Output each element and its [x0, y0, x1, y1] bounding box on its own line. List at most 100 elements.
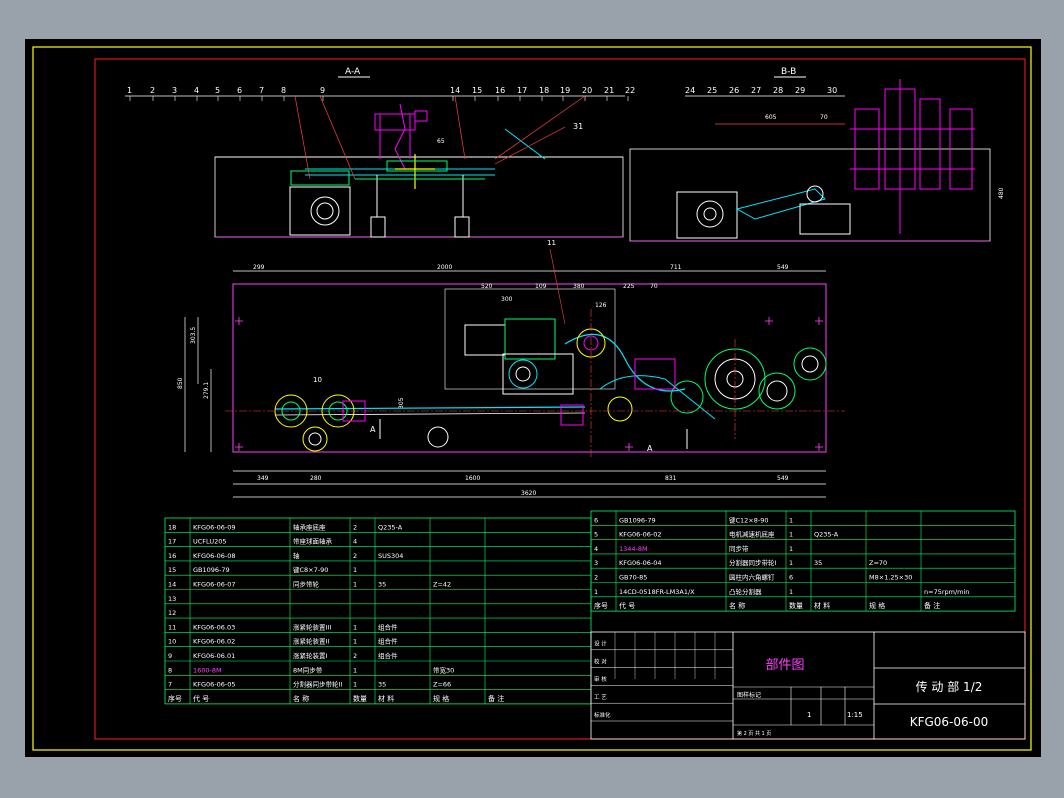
bom-cell-name: 键C12×8-90 [729, 515, 769, 524]
balloon-14: 14 [450, 86, 460, 95]
bom-header-0: 序号 [594, 601, 608, 610]
bom-row[interactable]: 12 [168, 609, 176, 617]
bom-cell-qty: 1 [353, 581, 357, 589]
bom-cell-code: 1600-8M [193, 666, 222, 674]
bom-row[interactable]: 14 KFG06-06-07 同步带轮 1 35 Z=42 [168, 580, 451, 589]
dim-bottom-549: 549 [777, 475, 789, 482]
balloon-26: 26 [729, 86, 739, 95]
bom-cell-no: 18 [168, 523, 176, 531]
bom-cell-code: KFG06-06-02 [619, 531, 662, 539]
bom-header-1: 代 号 [193, 694, 209, 703]
bom-row[interactable]: 6 GB1096-79 键C12×8-90 1 [594, 515, 793, 524]
title-qty: 1 [807, 711, 811, 719]
bom-header-1: 代 号 [619, 601, 635, 610]
balloon-17: 17 [517, 86, 527, 95]
drawing-viewport[interactable]: A-A 1 2 3 4 5 6 7 8 9 14 15 16 17 18 19 20 21 22 31 [25, 39, 1041, 757]
bom-cell-no: 13 [168, 595, 176, 603]
balloon-1: 1 [127, 86, 132, 95]
bom-table-left[interactable]: 18 KFG06-06-09 轴承座底座 2 Q235-A 17 UCFLU205 带座球面轴… [164, 517, 592, 705]
balloon-9: 9 [320, 86, 325, 95]
bom-cell-code: KFG06-06-08 [193, 552, 236, 560]
title-scale: 1:15 [847, 711, 863, 719]
bom-cell-qty: 2 [353, 652, 357, 660]
bom-cell-spec: Z=42 [433, 581, 451, 589]
bom-cell-note: n=75rpm/min [924, 588, 969, 596]
bom-row[interactable]: 2 GB70-85 圆柱内六角螺钉 6 M8×1.25×30 [594, 573, 912, 582]
bom-cell-name: 同步带 [729, 545, 749, 553]
balloon-5: 5 [215, 86, 220, 95]
bom-cell-mat: 35 [378, 581, 386, 589]
dim-top-299: 299 [253, 264, 265, 271]
balloon-3: 3 [172, 86, 177, 95]
bom-row[interactable]: 7 KFG06-06-05 分割器同步带轮II 1 35 Z=66 [168, 680, 451, 689]
outer-frame [32, 46, 1032, 751]
bom-row[interactable]: 3 KFG06-06-04 分割器同步带轮I 1 35 Z=70 [594, 558, 887, 567]
plan-balloon-11: 11 [547, 239, 556, 247]
bom-cell-no: 6 [594, 516, 598, 524]
plan-balloon-10: 10 [313, 376, 322, 384]
bom-cell-no: 5 [594, 531, 598, 539]
bom-left-frame [164, 517, 592, 705]
bom-header-3: 数量 [789, 601, 803, 610]
bom-cell-spec: Z=70 [869, 559, 887, 567]
dim-top-2000: 2000 [437, 264, 452, 271]
mid-dimensions: 520300109 380 225 70126 [481, 283, 658, 309]
bom-cell-mat: SUS304 [378, 552, 403, 560]
bom-cell-no: 8 [168, 666, 172, 674]
bom-cell-qty: 2 [353, 552, 357, 560]
drawing-number: KFG06-06-00 [910, 715, 989, 729]
role-label-2: 审 核 [594, 675, 607, 683]
bom-cell-spec: Z=66 [433, 681, 451, 689]
balloon-18: 18 [539, 86, 549, 95]
bom-cell-qty: 1 [353, 666, 357, 674]
bom-cell-no: 10 [168, 638, 176, 646]
bom-cell-mat: 35 [378, 681, 386, 689]
bom-cell-code: KFG06-06.01 [193, 652, 235, 660]
balloon-25: 25 [707, 86, 717, 95]
bom-row[interactable]: 17 UCFLU205 带座球面轴承 4 [168, 537, 357, 546]
bom-row[interactable]: 10 KFG06-06.02 涨紧轮装置II 1 组合件 [168, 637, 398, 646]
title-block[interactable]: 设 计校 对审 核工 艺标准化 部件图 传 动 部 1/2 KFG06-06-0… [590, 631, 1026, 740]
dim-bottom-831: 831 [665, 475, 677, 482]
role-label-3: 工 艺 [594, 694, 607, 701]
bom-cell-no: 9 [168, 652, 172, 660]
bom-row[interactable]: 1 14CD-0518FR-LM3A1/X 凸轮分割器 1 n=75rpm/min [594, 587, 969, 596]
drawing-type: 部件图 [765, 658, 804, 673]
section-aa-label: A-A [345, 67, 361, 77]
section-aa-view[interactable]: A-A 1 2 3 4 5 6 7 8 9 14 15 16 17 18 19 20 21 22 31 [125, 67, 635, 238]
balloon-20: 20 [582, 86, 592, 95]
bom-row[interactable]: 11 KFG06-06.03 涨紧轮装置III 1 组合件 [168, 622, 398, 631]
dim-mid-left: 305 [398, 397, 405, 409]
bom-cell-code: KFG06-06-04 [619, 559, 662, 567]
bom-cell-qty: 1 [789, 588, 793, 596]
bom-row[interactable]: 8 1600-8M 8M同步带 1 带宽30 [168, 665, 454, 674]
plan-view[interactable]: 299 2000 711 549 520300109 380 225 70126 34… [177, 239, 845, 498]
bom-cell-name: 电机减速机底座 [729, 530, 775, 539]
cad-drawing[interactable]: A-A 1 2 3 4 5 6 7 8 9 14 15 16 17 18 19 20 21 2231 [25, 39, 1041, 757]
bom-row[interactable]: 15 GB1096-79 键C8×7-90 1 [168, 565, 357, 574]
bom-header-3: 数量 [353, 694, 367, 703]
bom-table-right[interactable]: 6 GB1096-79 键C12×8-90 1 5 KFG06-06-02 电机减速机底座 1… [590, 510, 1016, 612]
bom-cell-no: 15 [168, 566, 176, 574]
bom-header-2: 名 称 [729, 601, 745, 610]
bom-cell-name: 圆柱内六角螺钉 [729, 573, 775, 582]
bom-cell-spec: M8×1.25×30 [869, 574, 912, 582]
balloon-7: 7 [259, 86, 264, 95]
balloon-29: 29 [795, 86, 805, 95]
bom-header-2: 名 称 [293, 694, 309, 703]
bom-cell-no: 17 [168, 538, 176, 546]
bom-row[interactable]: 4 1344-8M 同步带 1 [594, 545, 793, 553]
role-label-1: 校 对 [594, 657, 607, 665]
bom-row[interactable]: 16 KFG06-06-08 轴 2 SUS304 [168, 551, 403, 560]
bom-row[interactable]: 13 [168, 595, 176, 603]
balloon-row-right: 24 25 26 27 28 29 30 [685, 86, 837, 95]
bom-cell-name: 涨紧轮装置I [293, 651, 328, 660]
dim-left-303: 303.5 [190, 327, 197, 344]
bom-row[interactable]: 18 KFG06-06-09 轴承座底座 2 Q235-A [168, 522, 403, 531]
bom-row[interactable]: 9 KFG06-06.01 涨紧轮装置I 2 组合件 [168, 651, 398, 660]
bom-row[interactable]: 5 KFG06-06-02 电机减速机底座 1 Q235-A [594, 530, 839, 539]
section-bb-view[interactable]: B-B 24 25 26 27 28 29 30 605 70 480 [629, 67, 1005, 242]
balloon-27: 27 [751, 86, 761, 95]
stage-label: 图样标记 [737, 691, 761, 699]
bom-cell-name: 轴承座底座 [293, 522, 326, 531]
